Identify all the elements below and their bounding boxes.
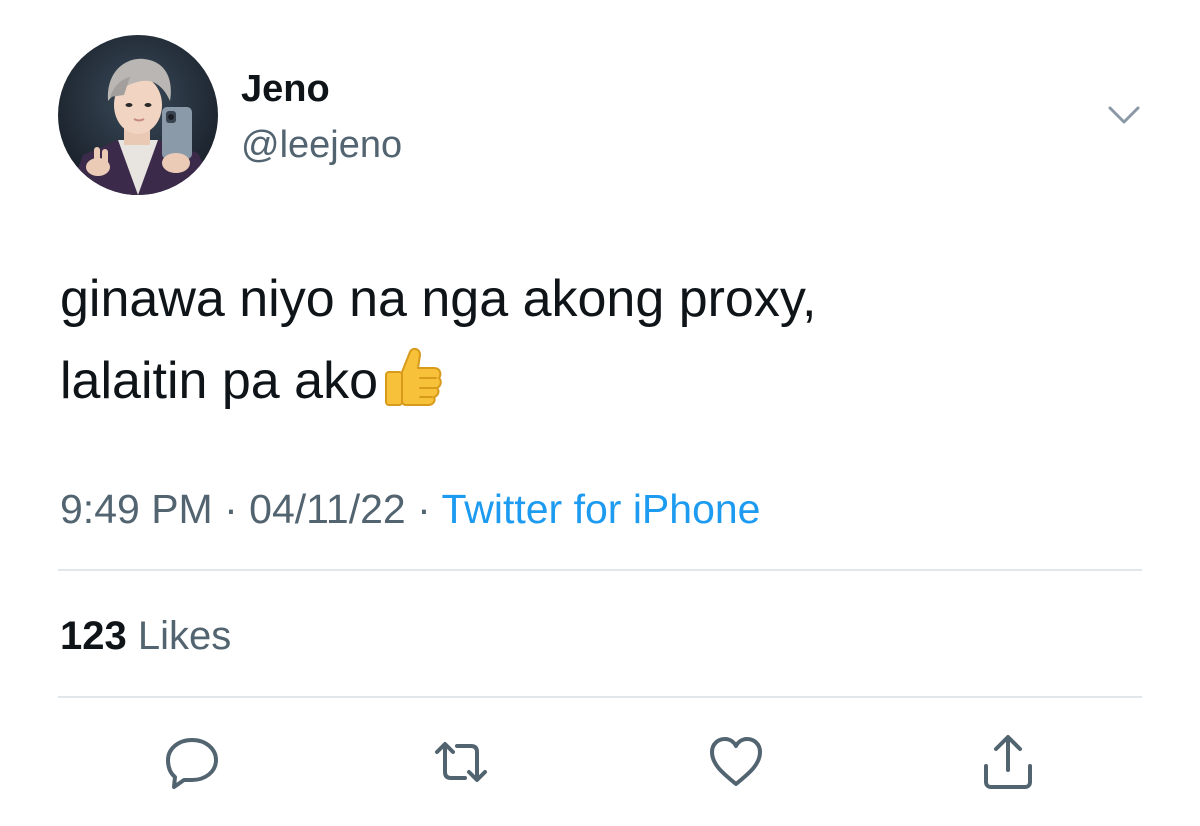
reply-icon — [166, 738, 218, 789]
meta-separator: · — [417, 486, 431, 532]
share-button[interactable] — [978, 732, 1038, 792]
reply-button[interactable] — [162, 732, 222, 792]
retweet-icon — [435, 742, 487, 782]
tweet-text-line: lalaitin pa ako — [60, 340, 1140, 422]
tweet-card: Jeno @leejeno ginawa niyo na nga akong p… — [0, 0, 1200, 826]
like-button[interactable] — [706, 732, 766, 792]
likes-summary[interactable]: 123 Likes — [60, 612, 231, 660]
username-handle[interactable]: @leejeno — [241, 122, 402, 168]
tweet-text-fragment: lalaitin pa ako — [60, 352, 378, 410]
tweet-time: 9:49 PM — [60, 486, 213, 532]
likes-count: 123 — [60, 614, 127, 658]
tweet-source-link[interactable]: Twitter for iPhone — [441, 486, 760, 532]
tweet-text-line: ginawa niyo na nga akong proxy, — [60, 270, 817, 328]
avatar[interactable] — [58, 35, 218, 195]
tweet-meta: 9:49 PM · 04/11/22 · Twitter for iPhone — [60, 484, 760, 534]
meta-separator: · — [224, 486, 238, 532]
share-icon — [984, 735, 1032, 789]
avatar-image — [58, 35, 218, 195]
heart-icon — [710, 737, 762, 786]
thumbs-up-icon — [380, 342, 446, 408]
divider — [58, 696, 1142, 698]
retweet-button[interactable] — [431, 732, 491, 792]
divider — [58, 569, 1142, 571]
likes-label: Likes — [137, 614, 232, 658]
display-name[interactable]: Jeno — [241, 66, 330, 112]
chevron-down-icon[interactable] — [1104, 100, 1144, 130]
tweet-text: ginawa niyo na nga akong proxy, lalaitin… — [60, 258, 1140, 422]
tweet-date: 04/11/22 — [249, 486, 406, 532]
